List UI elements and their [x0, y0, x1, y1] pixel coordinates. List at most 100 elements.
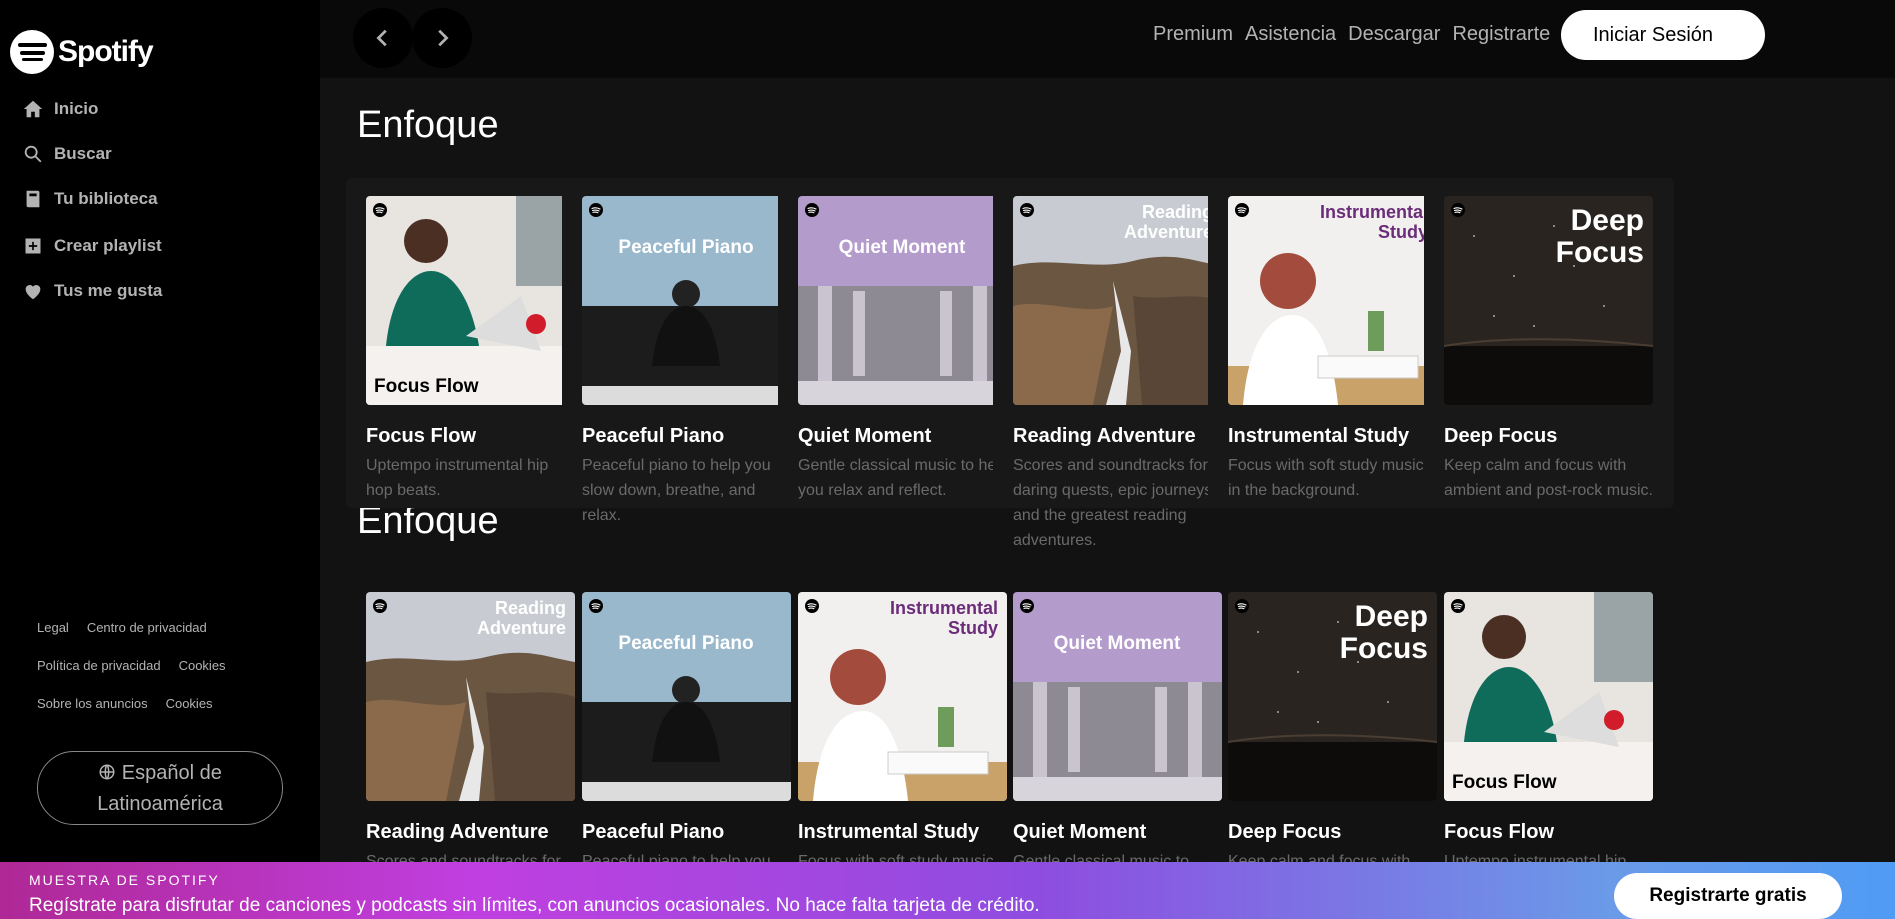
playlist-card[interactable]: InstrumentalStudyInstrumental StudyFocus… [1208, 178, 1458, 508]
logo-wordmark: Spotify [58, 35, 154, 68]
playlist-description: Gentle classical music to help you relax… [798, 457, 1009, 499]
playlist-card[interactable]: ReadingAdventure Reading Adventure Scores … [993, 178, 1243, 549]
playlist-title: Focus Flow [1444, 821, 1554, 843]
forward-button[interactable] [412, 8, 472, 68]
svg-text:Reading: Reading [495, 598, 566, 618]
sidebar-item-label: Inicio [54, 99, 99, 118]
support-link[interactable]: Asistencia [1245, 20, 1336, 48]
playlist-description: Uptempo instrumental hip hop beats. [366, 457, 549, 499]
privacy-center-link[interactable]: Centro de privacidad [87, 620, 207, 635]
spotify-logo-icon [10, 30, 54, 74]
playlist-card[interactable]: Focus FlowFocus FlowUptempo instrumental… [1424, 574, 1674, 904]
legal-links: Legal Centro de privacidad Política de p… [37, 608, 226, 722]
svg-text:Focus Flow: Focus Flow [374, 376, 479, 397]
playlist-card[interactable]: DeepFocusDeep FocusKeep calm and focus w… [1208, 574, 1458, 904]
playlist-card[interactable]: Peaceful Piano Peaceful Piano Peaceful pia… [562, 178, 812, 524]
playlist-cover-image: Deep Focus [1444, 196, 1653, 405]
playlist-cover-image: Peaceful Piano [582, 196, 791, 405]
top-bar: Premium Asistencia Descargar Registrarte… [320, 0, 1895, 78]
premium-link[interactable]: Premium [1153, 20, 1233, 48]
sidebar-item-label: Tu biblioteca [54, 189, 158, 208]
liked-songs-button[interactable]: Tus me gusta [22, 276, 162, 306]
chevron-left-icon [376, 29, 387, 47]
language-label-line2: Latinoamérica [97, 793, 223, 815]
playlist-cover-image: Instrumental Study [798, 592, 1007, 801]
playlist-description: Focus with soft study music in the backg… [1228, 457, 1424, 499]
playlist-title: Instrumental Study [798, 821, 980, 843]
svg-text:Focus Flow: Focus Flow [1452, 772, 1557, 793]
playlist-title: Reading Adventure [366, 821, 549, 843]
svg-text:Focus: Focus [1340, 632, 1428, 665]
playlist-title: Quiet Moment [798, 425, 932, 447]
playlist-cover-image: Quiet Moment [1013, 592, 1222, 801]
signup-link[interactable]: Registrarte [1452, 20, 1550, 48]
playlist-cover-image: Focus Flow [1444, 592, 1653, 801]
sidebar-item-label: Tus me gusta [54, 281, 163, 300]
login-button[interactable]: Iniciar Sesión [1561, 10, 1765, 60]
download-link[interactable]: Descargar [1348, 20, 1440, 48]
playlist-cover-image: Instrumental Study [1228, 196, 1437, 405]
playlist-card[interactable]: Quiet Moment Quiet Moment Gentle classical… [778, 178, 1028, 508]
svg-text:Quiet Moment: Quiet Moment [839, 237, 966, 258]
sidebar-item-label: Crear playlist [54, 236, 162, 255]
svg-text:Instrumental: Instrumental [1320, 202, 1428, 222]
playlist-title: Peaceful Piano [582, 821, 725, 843]
playlist-card[interactable]: Focus Flow Focus Flow Uptempo instrumental… [346, 178, 596, 508]
playlist-title: Instrumental Study [1228, 425, 1410, 447]
plus-square-icon [22, 235, 44, 257]
chevron-right-icon [438, 29, 449, 47]
svg-text:Study: Study [948, 618, 998, 638]
signup-free-button[interactable]: Registrarte gratis [1614, 873, 1842, 919]
heart-icon [22, 280, 44, 302]
spotify-web-player: Spotify Inicio Buscar Tu biblioteca Crea… [0, 0, 1895, 919]
playlist-title: Reading Adventure [1013, 425, 1196, 447]
section-title: Enfoque [357, 104, 499, 146]
playlist-card[interactable]: Quiet MomentQuiet MomentGentle classical… [993, 574, 1243, 904]
playlist-title: Focus Flow [366, 425, 476, 447]
playlist-card[interactable]: Peaceful PianoPeaceful PianoPeaceful pia… [562, 574, 812, 904]
preview-banner[interactable]: MUESTRA DE SPOTIFY Regístrate para disfr… [0, 862, 1895, 919]
sidebar-nav: Inicio Buscar Tu biblioteca Crear playli… [22, 94, 162, 321]
svg-text:Focus: Focus [1556, 236, 1644, 269]
sidebar-item-biblioteca[interactable]: Tu biblioteca [22, 184, 162, 214]
language-button[interactable]: Español de Latinoamérica [37, 751, 283, 825]
playlist-cover-image: Peaceful Piano [582, 592, 791, 801]
svg-text:Peaceful Piano: Peaceful Piano [618, 633, 753, 654]
about-ads-link[interactable]: Sobre los anuncios [37, 696, 148, 711]
home-icon [22, 98, 44, 120]
cookies-link[interactable]: Cookies [166, 696, 213, 711]
playlist-description: Keep calm and focus with ambient and pos… [1444, 457, 1653, 499]
back-button[interactable] [353, 8, 413, 68]
privacy-policy-link[interactable]: Política de privacidad [37, 658, 161, 673]
legal-row: Legal Centro de privacidad [37, 608, 226, 646]
playlist-description: Peaceful piano to help you slow down, br… [582, 457, 771, 524]
svg-text:Peaceful Piano: Peaceful Piano [618, 237, 753, 258]
sidebar-item-buscar[interactable]: Buscar [22, 139, 162, 169]
playlist-card[interactable]: ReadingAdventureReading AdventureScores … [346, 574, 596, 904]
playlist-cover-image: Reading Adventure [1013, 196, 1222, 405]
playlist-cover-image: Quiet Moment [798, 196, 1007, 405]
svg-text:Adventure: Adventure [477, 618, 566, 638]
language-label-line1: Español de [121, 762, 222, 784]
playlist-title: Deep Focus [1444, 425, 1558, 447]
playlist-card[interactable]: DeepFocus Deep Focus Keep calm and focus w… [1424, 178, 1674, 508]
library-icon [22, 188, 44, 210]
svg-text:Instrumental: Instrumental [890, 598, 998, 618]
cookies-link[interactable]: Cookies [179, 658, 226, 673]
playlist-title: Peaceful Piano [582, 425, 725, 447]
svg-text:Study: Study [1378, 222, 1428, 242]
spotify-logo[interactable]: Spotify [10, 30, 154, 74]
create-playlist-button[interactable]: Crear playlist [22, 231, 162, 261]
globe-icon [98, 761, 116, 790]
banner-text: Regístrate para disfrutar de canciones y… [29, 895, 1040, 916]
playlist-card[interactable]: InstrumentalStudyInstrumental StudyFocus… [778, 574, 1028, 904]
sidebar-item-inicio[interactable]: Inicio [22, 94, 162, 124]
legal-link[interactable]: Legal [37, 620, 69, 635]
top-links: Premium Asistencia Descargar Registrarte [1153, 20, 1550, 48]
legal-row: Sobre los anuncios Cookies [37, 684, 226, 722]
playlist-title: Quiet Moment [1013, 821, 1147, 843]
search-icon [22, 143, 44, 165]
playlist-description: Scores and soundtracks for daring quests… [1013, 457, 1217, 549]
playlist-cover-image: Deep Focus [1228, 592, 1437, 801]
legal-row: Política de privacidad Cookies [37, 646, 226, 684]
